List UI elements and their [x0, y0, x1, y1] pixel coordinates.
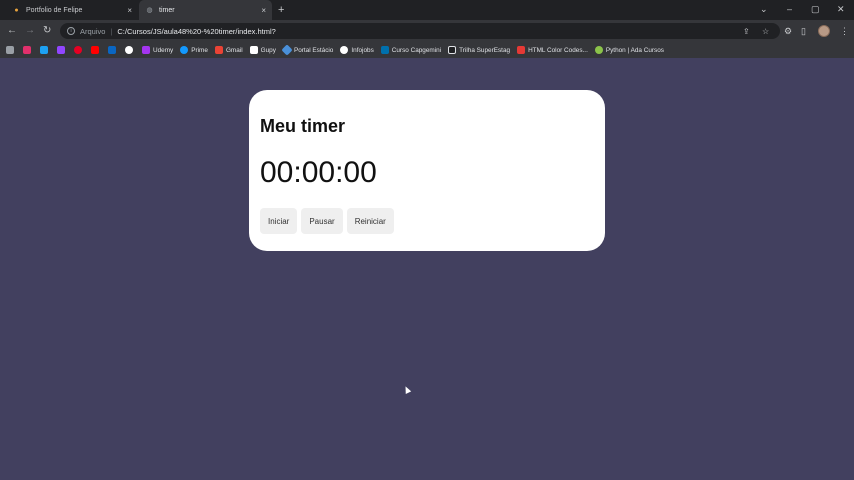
start-button[interactable]: Iniciar — [260, 208, 298, 234]
mouse-cursor-icon — [402, 385, 412, 394]
bookmark-infojobs[interactable]: Infojobs — [340, 46, 374, 54]
address-separator: | — [110, 26, 113, 36]
address-bar[interactable]: i Arquivo | C:/Cursos/JS/aula48%20-%20ti… — [60, 23, 780, 39]
window-close-icon[interactable]: ✕ — [837, 3, 845, 15]
bookmark-label: Gupy — [260, 46, 276, 54]
page-content: Meu timer 00:00:00 Iniciar Pausar Reinic… — [0, 58, 854, 480]
address-scheme: Arquivo — [80, 26, 106, 36]
pinterest-icon — [74, 46, 82, 54]
superestag-icon — [448, 46, 457, 54]
tab-portfolio[interactable]: ● Portfolio de Felipe × — [6, 0, 138, 20]
minimize-icon[interactable]: – — [787, 3, 792, 15]
close-tab-icon[interactable]: × — [261, 6, 266, 15]
bookmark-label: Gmail — [225, 46, 243, 54]
bookmark-twitter[interactable] — [40, 46, 48, 54]
portfolio-favicon-icon: ● — [14, 6, 19, 14]
bookmark-udemy[interactable]: Udemy — [142, 46, 173, 54]
browser-toolbar: ← → ↻ i Arquivo | C:/Cursos/JS/aula48%20… — [0, 20, 854, 42]
twitch-icon — [57, 46, 65, 54]
tab-search-icon[interactable]: ⌄ — [760, 3, 768, 15]
bookmark-superestag[interactable]: Trilha SuperEstag — [448, 46, 510, 54]
bookmark-gmail[interactable]: Gmail — [214, 46, 243, 54]
bookmark-capgemini[interactable]: Curso Capgemini — [380, 46, 442, 54]
bookmark-gupy[interactable]: Gupy — [249, 46, 276, 54]
bookmark-label: Trilha SuperEstag — [459, 46, 511, 54]
bookmark-linkedin[interactable] — [108, 46, 116, 54]
timer-card: Meu timer 00:00:00 Iniciar Pausar Reinic… — [249, 90, 605, 251]
youtube-icon — [91, 46, 99, 54]
restore-icon[interactable]: ▢ — [811, 3, 820, 15]
linkedin-icon — [108, 46, 116, 54]
forward-icon[interactable]: → — [25, 24, 35, 38]
bookmark-pinterest[interactable] — [74, 46, 82, 54]
apps-icon — [6, 46, 14, 54]
timer-controls: Iniciar Pausar Reiniciar — [260, 208, 594, 234]
gmail-icon — [214, 46, 223, 54]
tab-title: timer — [159, 6, 175, 14]
bookmark-label: Portal Estácio — [293, 46, 334, 54]
timer-display: 00:00:00 — [260, 156, 377, 189]
bookmark-prime[interactable]: Prime — [180, 46, 208, 54]
bookmark-html-color-codes[interactable]: HTML Color Codes... — [517, 46, 588, 54]
bookmark-ada-cursos[interactable]: Python | Ada Cursos — [594, 46, 664, 54]
instagram-icon — [23, 46, 31, 54]
extensions-icon[interactable]: ⚙ — [784, 25, 792, 37]
close-tab-icon[interactable]: × — [127, 6, 132, 15]
bookmark-label: Curso Capgemini — [391, 46, 442, 54]
bookmark-label: Python | Ada Cursos — [605, 46, 664, 54]
html-color-codes-icon — [517, 46, 526, 54]
tab-timer[interactable]: ◍ timer × — [139, 0, 272, 20]
back-icon[interactable]: ← — [7, 24, 17, 38]
reload-icon[interactable]: ↻ — [43, 24, 51, 38]
estacio-icon — [281, 44, 293, 56]
bookmark-portal-estacio[interactable]: Portal Estácio — [281, 44, 334, 56]
reset-button[interactable]: Reiniciar — [346, 208, 394, 234]
bookmark-github[interactable] — [125, 46, 133, 54]
tab-strip: ● Portfolio de Felipe × ◍ timer × + ⌄ – … — [0, 0, 854, 20]
info-icon[interactable]: i — [67, 27, 75, 35]
bookmark-instagram[interactable] — [23, 46, 31, 54]
capgemini-icon — [380, 46, 389, 54]
bookmark-twitch[interactable] — [57, 46, 65, 54]
bookmark-star-icon[interactable]: ☆ — [762, 23, 769, 39]
globe-icon: ◍ — [146, 7, 153, 14]
udemy-icon — [142, 46, 150, 54]
ada-cursos-icon — [594, 46, 603, 54]
github-icon — [125, 46, 133, 54]
avatar[interactable] — [818, 25, 830, 37]
bookmark-youtube[interactable] — [91, 46, 99, 54]
share-icon[interactable]: ⇪ — [743, 23, 750, 39]
bookmark-label: HTML Color Codes... — [528, 46, 588, 54]
menu-icon[interactable]: ⋮ — [840, 25, 849, 37]
twitter-icon — [40, 46, 48, 54]
address-url[interactable]: C:/Cursos/JS/aula48%20-%20timer/index.ht… — [117, 27, 275, 36]
bookmark-label: Infojobs — [351, 46, 374, 54]
side-panel-icon[interactable]: ▯ — [801, 25, 806, 37]
bookmark-label: Udemy — [153, 46, 174, 54]
timer-title: Meu timer — [260, 116, 346, 136]
new-tab-button[interactable]: + — [278, 3, 284, 17]
bookmark-label: Prime — [191, 46, 208, 54]
bookmarks-bar: Udemy Prime Gmail Gupy Portal Estácio In… — [0, 42, 854, 58]
gupy-icon — [249, 46, 258, 54]
prime-icon — [180, 46, 189, 54]
tab-title: Portfolio de Felipe — [26, 6, 83, 14]
infojobs-icon — [340, 46, 349, 54]
pause-button[interactable]: Pausar — [301, 208, 343, 234]
bookmark-apps[interactable] — [6, 46, 14, 54]
